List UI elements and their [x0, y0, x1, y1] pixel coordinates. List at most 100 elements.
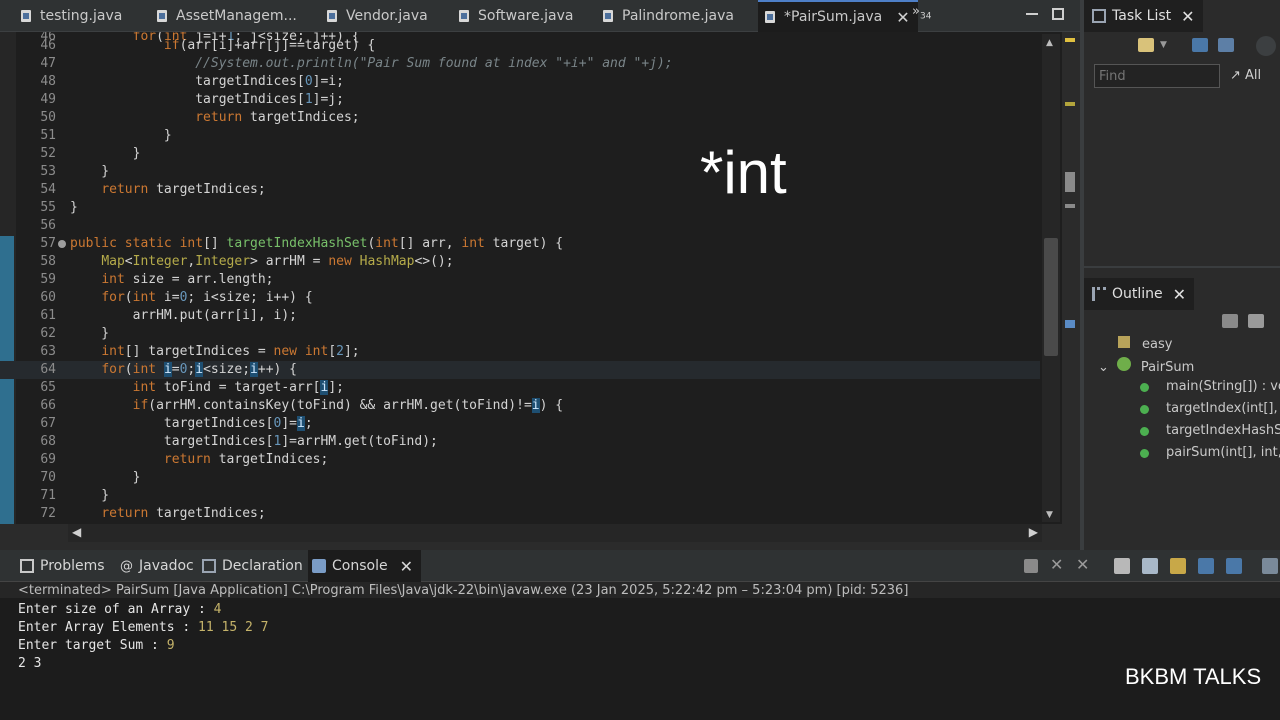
tab-javadoc[interactable]: @ Javadoc [120, 550, 194, 582]
show-on-error-icon[interactable] [1226, 558, 1242, 574]
tab-outline[interactable]: Outline ✕ [1084, 278, 1195, 310]
scroll-right-icon[interactable]: ▶ [1029, 525, 1038, 539]
maximize-icon[interactable] [1052, 8, 1064, 20]
code-line[interactable]: 62 } [0, 325, 1040, 343]
tab-assetmanagement-java[interactable]: AssetManagem... [156, 0, 297, 32]
warning-marker[interactable] [1065, 172, 1075, 192]
code-line[interactable]: 60 for(int i=0; i<size; i++) { [0, 289, 1040, 307]
overflow-chevron-icon: » [912, 4, 920, 19]
tab-overflow-button[interactable]: »34 [912, 4, 931, 22]
tab-vendor-java[interactable]: Vendor.java [326, 0, 428, 32]
minimize-view-icon[interactable] [1256, 36, 1276, 56]
scroll-down-icon[interactable]: ▼ [1046, 510, 1053, 520]
outline-item-method[interactable]: main(String[]) : vc [1140, 379, 1280, 394]
scroll-lock-icon[interactable] [1142, 558, 1158, 574]
class-icon [1116, 357, 1131, 371]
terminate-icon[interactable] [1024, 559, 1038, 573]
tab-problems[interactable]: Problems [20, 550, 111, 582]
outline-item-package[interactable]: easy [1118, 336, 1172, 352]
scroll-up-icon[interactable]: ▲ [1046, 38, 1053, 48]
scroll-left-icon[interactable]: ◀ [72, 525, 81, 539]
console-output[interactable]: Enter size of an Array : 4 Enter Array E… [0, 598, 1280, 720]
word-wrap-icon[interactable] [1170, 558, 1186, 574]
code-line[interactable]: 49 targetIndices[1]=j; [0, 91, 1040, 109]
outline-item-method[interactable]: pairSum(int[], int, [1140, 445, 1280, 460]
collapse-all-icon[interactable] [1222, 314, 1238, 328]
code-line[interactable]: 70 } [0, 469, 1040, 487]
tab-console[interactable]: Console ✕ [308, 550, 421, 582]
clear-console-icon[interactable] [1114, 558, 1130, 574]
occurrence-marker[interactable] [1065, 320, 1075, 328]
code-line[interactable]: 65 int toFind = target-arr[i]; [0, 379, 1040, 397]
code-editor[interactable]: 46 for(int j=i+1; j<size; j++) { 46 if(a… [0, 32, 1062, 524]
outline-item-method[interactable]: targetIndexHashS [1140, 423, 1280, 438]
task-find-input[interactable] [1094, 64, 1220, 88]
code-line[interactable]: 72 return targetIndices; [0, 505, 1040, 523]
override-marker-icon[interactable] [58, 240, 66, 248]
console-line: 2 3 [18, 656, 42, 671]
code-line[interactable]: 58 Map<Integer,Integer> arrHM = new Hash… [0, 253, 1040, 271]
code-line[interactable]: 55} [0, 199, 1040, 217]
panel-title: Outline [1112, 286, 1163, 302]
tab-pairsum-java[interactable]: *PairSum.java ✕ [758, 0, 918, 32]
editor-horizontal-scrollbar[interactable]: ◀ ▶ [68, 524, 1042, 542]
public-method-icon [1140, 449, 1149, 458]
code-line[interactable]: 63 int[] targetIndices = new int[2]; [0, 343, 1040, 361]
tab-declaration[interactable]: Declaration [202, 550, 303, 582]
code-line[interactable]: 59 int size = arr.length; [0, 271, 1040, 289]
occurrence-marker[interactable] [1065, 102, 1075, 106]
task-marker[interactable] [1065, 204, 1075, 208]
scrollbar-thumb[interactable] [1044, 238, 1058, 356]
task-list-icon [1092, 9, 1106, 23]
minimize-icon[interactable] [1026, 8, 1038, 20]
sort-icon[interactable] [1248, 314, 1264, 328]
new-task-icon[interactable] [1138, 38, 1154, 52]
categorize-icon[interactable] [1192, 38, 1208, 52]
show-on-output-icon[interactable] [1198, 558, 1214, 574]
editor-vertical-scrollbar[interactable]: ▲ ▼ [1042, 34, 1060, 522]
code-line[interactable]: 54 return targetIndices; [0, 181, 1040, 199]
outline-item-method[interactable]: targetIndex(int[], i [1140, 401, 1280, 416]
tab-software-java[interactable]: Software.java [458, 0, 574, 32]
task-list-panel: Task List ✕ ▼ ↗ All [1084, 0, 1280, 268]
close-icon[interactable]: ✕ [400, 557, 413, 576]
code-line[interactable]: 68 targetIndices[1]=arrHM.get(toFind); [0, 433, 1040, 451]
code-line[interactable]: 53 } [0, 163, 1040, 181]
code-line[interactable]: 47 //System.out.println("Pair Sum found … [0, 55, 1040, 73]
tab-testing-java[interactable]: testing.java [20, 0, 122, 32]
console-line: Enter Array Elements : 11 15 2 7 [18, 620, 269, 635]
code-line[interactable]: 56 [0, 217, 1040, 235]
code-line-current[interactable]: 64 for(int i=0;i<size;i++) { [0, 361, 1040, 379]
editor-tab-bar: testing.java AssetManagem... Vendor.java… [0, 0, 1080, 32]
code-line[interactable]: 46 if(arr[i]+arr[j]==target) { [0, 37, 1040, 55]
javadoc-at-icon: @ [120, 558, 133, 574]
display-console-icon[interactable] [1262, 558, 1278, 574]
close-icon[interactable]: ✕ [896, 8, 909, 27]
code-line[interactable]: 48 targetIndices[0]=i; [0, 73, 1040, 91]
code-line[interactable]: 66 if(arrHM.containsKey(toFind) && arrHM… [0, 397, 1040, 415]
overview-ruler[interactable] [1062, 32, 1078, 524]
tab-palindrome-java[interactable]: Palindrome.java [602, 0, 734, 32]
focus-icon[interactable] [1218, 38, 1234, 52]
occurrence-marker[interactable] [1065, 38, 1075, 42]
remove-all-terminated-icon[interactable]: ✕ [1076, 555, 1092, 574]
close-icon[interactable]: ✕ [1181, 7, 1194, 26]
code-line[interactable]: 50 return targetIndices; [0, 109, 1040, 127]
task-all-filter[interactable]: ↗ All [1230, 68, 1261, 83]
code-line[interactable]: 67 targetIndices[0]=i; [0, 415, 1040, 433]
dropdown-chevron-icon[interactable]: ▼ [1160, 40, 1168, 50]
overlay-caption: *int [700, 139, 787, 206]
overflow-count: 34 [919, 11, 932, 22]
code-line[interactable]: 71 } [0, 487, 1040, 505]
code-line[interactable]: 52 } [0, 145, 1040, 163]
arrow-icon: ↗ [1230, 68, 1246, 83]
tab-task-list[interactable]: Task List ✕ [1084, 0, 1203, 32]
code-line[interactable]: 61 arrHM.put(arr[i], i); [0, 307, 1040, 325]
outline-item-class[interactable]: ⌄ PairSum [1098, 357, 1194, 375]
tab-label: AssetManagem... [176, 8, 297, 24]
code-line[interactable]: 51 } [0, 127, 1040, 145]
code-line[interactable]: 69 return targetIndices; [0, 451, 1040, 469]
code-line[interactable]: 57 public static int[] targetIndexHashSet… [0, 235, 1040, 253]
close-icon[interactable]: ✕ [1173, 285, 1186, 304]
remove-launch-icon[interactable]: ✕ [1050, 555, 1066, 574]
